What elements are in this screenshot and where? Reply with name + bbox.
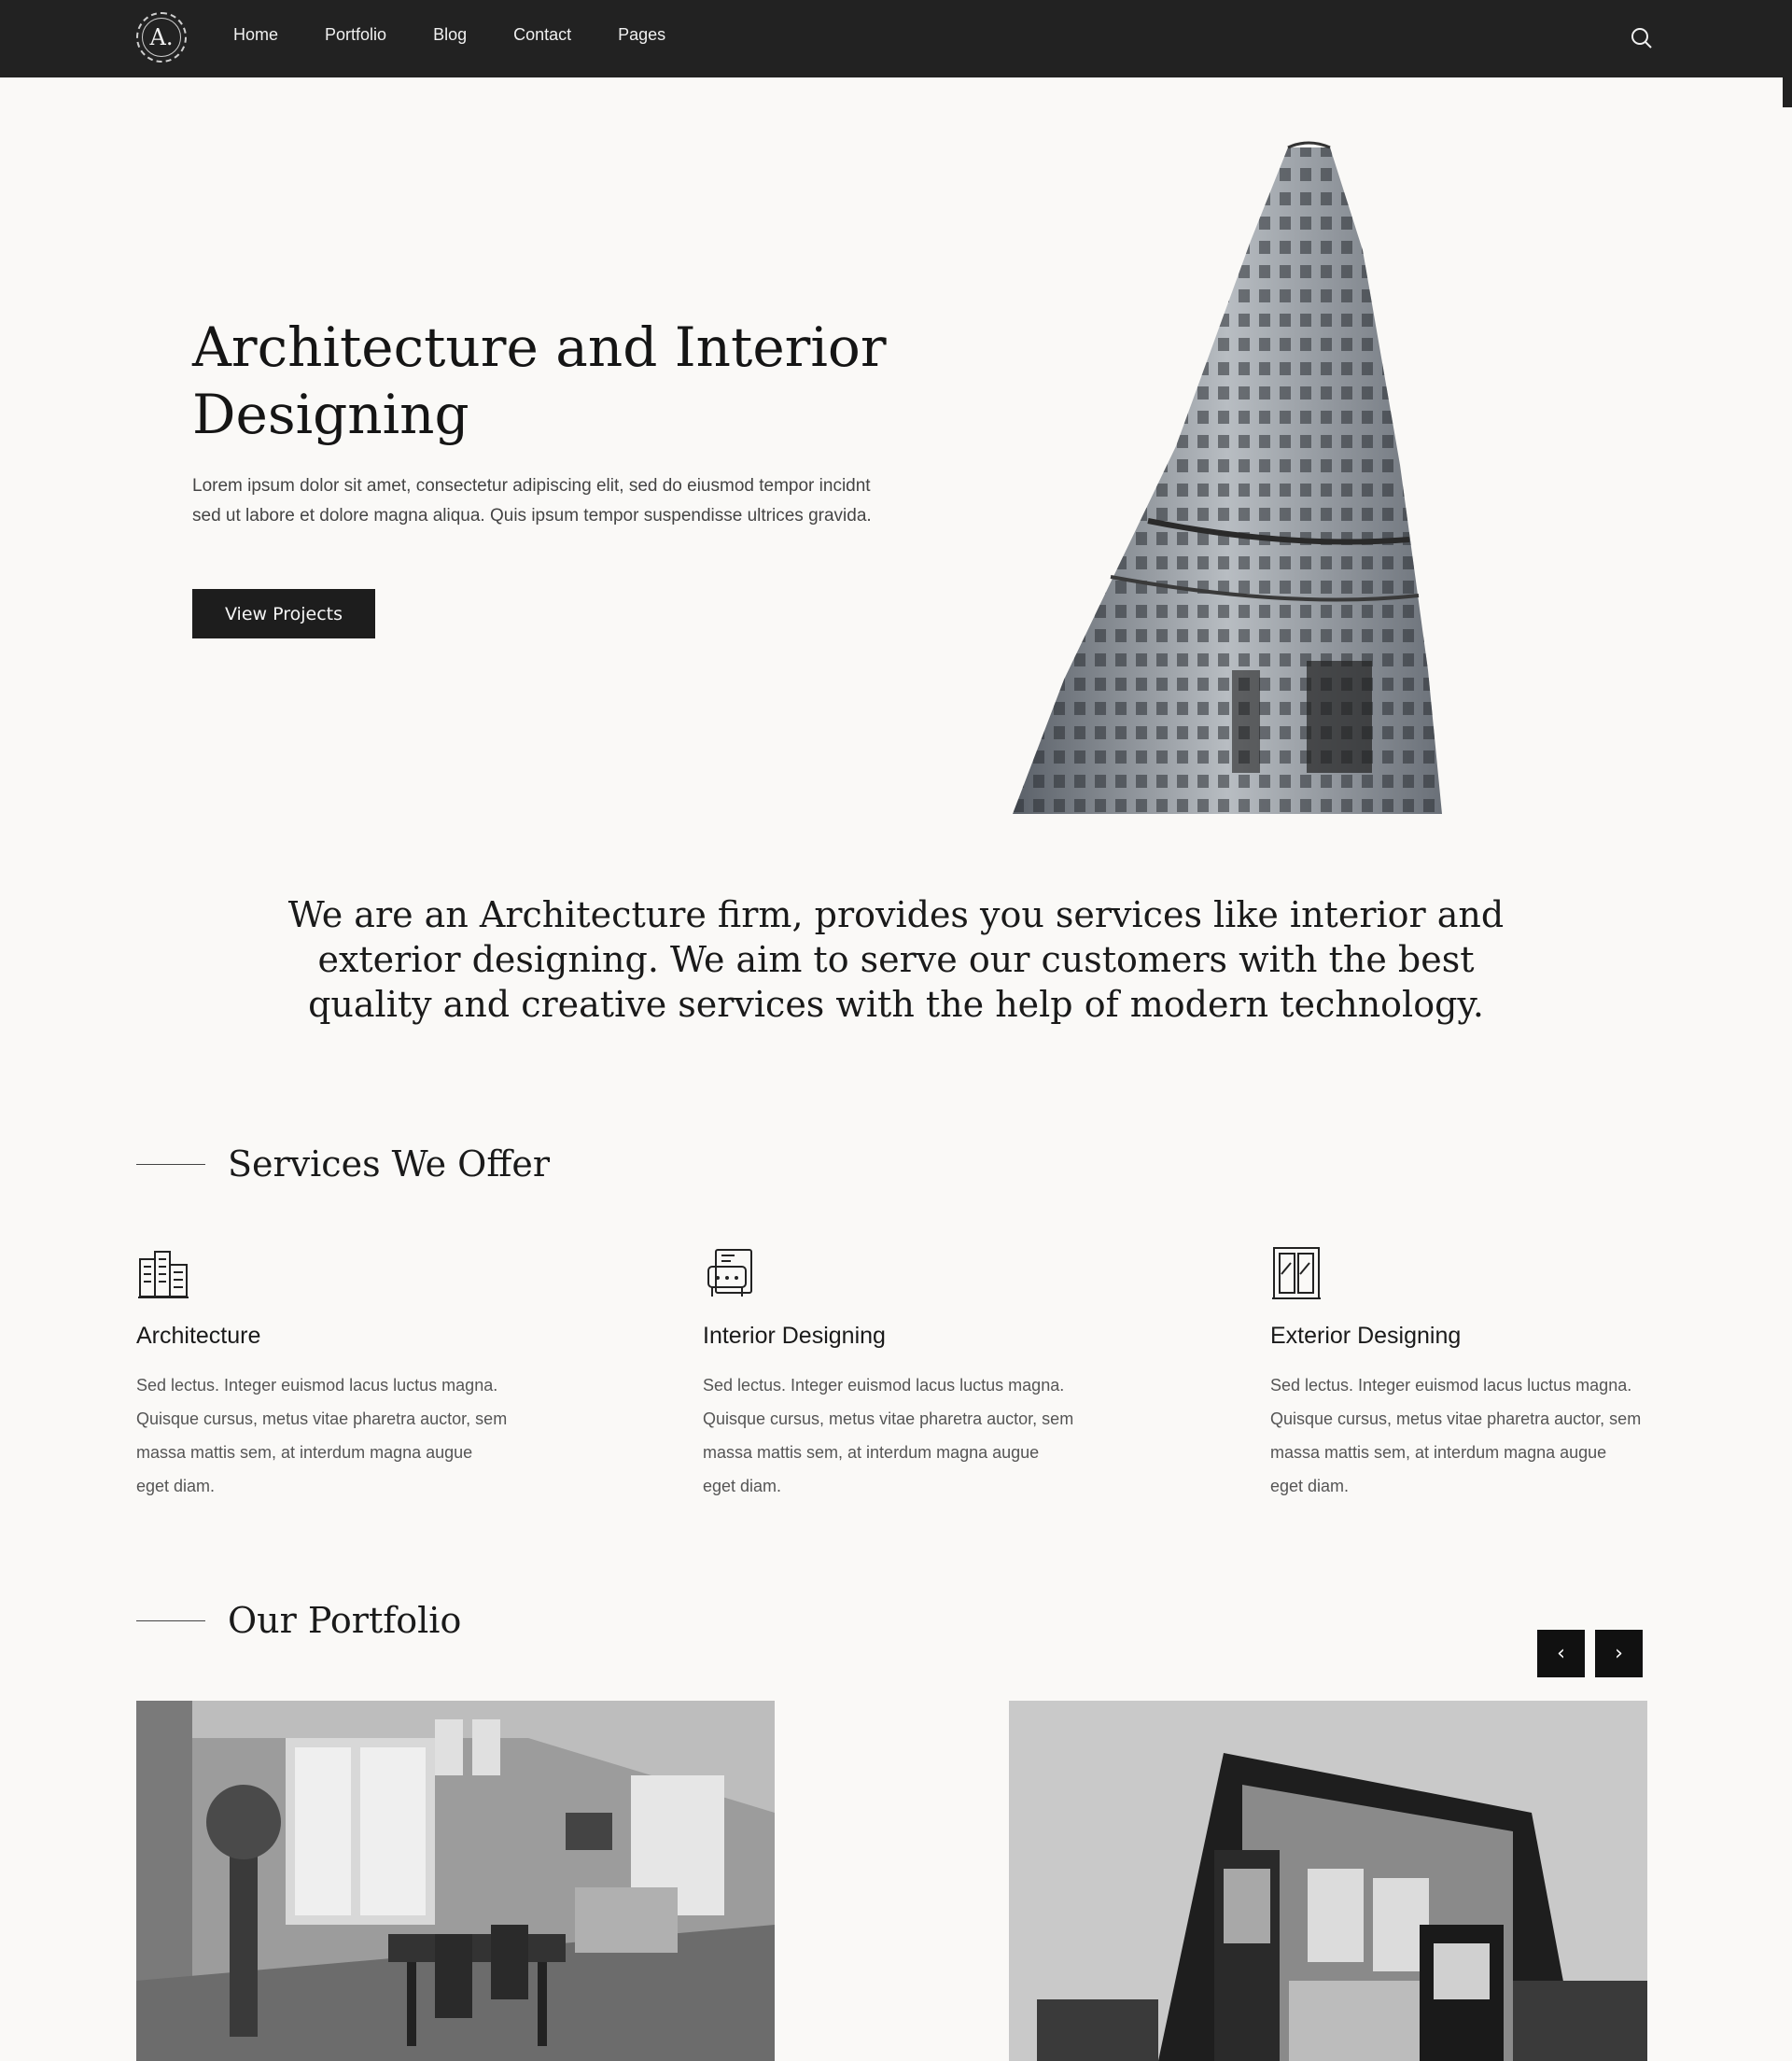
buildings-icon <box>136 1246 190 1300</box>
hero-building-image <box>1008 138 1493 814</box>
service-card-interior: Interior Designing Sed lectus. Integer e… <box>703 1246 1095 1503</box>
portfolio-heading-block: Our Portfolio <box>136 1600 461 1641</box>
service-title: Exterior Designing <box>1270 1323 1462 1349</box>
armchair-icon <box>703 1246 757 1300</box>
service-description: Sed lectus. Integer euismod lacus luctus… <box>1270 1376 1642 1495</box>
portfolio-image-interior[interactable] <box>136 1701 775 2061</box>
heading-rule <box>136 1163 205 1165</box>
nav-item-home[interactable]: Home <box>233 25 278 45</box>
service-card-exterior: Exterior Designing Sed lectus. Integer e… <box>1270 1246 1662 1503</box>
portfolio-heading: Our Portfolio <box>228 1600 462 1641</box>
carousel-next-button[interactable]: › <box>1595 1630 1643 1677</box>
heading-rule <box>136 1619 205 1621</box>
view-projects-button[interactable]: View Projects <box>192 589 375 638</box>
hero-description: Lorem ipsum dolor sit amet, consectetur … <box>192 476 872 526</box>
service-card-architecture: Architecture Sed lectus. Integer euismod… <box>136 1246 528 1503</box>
portfolio-image-building[interactable] <box>1009 1701 1647 2061</box>
main-menu: Home Portfolio Blog Contact Pages <box>233 25 665 45</box>
scrollbar-thumb[interactable] <box>1783 77 1792 107</box>
logo-text: A. <box>149 24 174 50</box>
hero-title: Architecture and Interior Designing <box>192 315 887 446</box>
carousel-prev-button[interactable]: ‹ <box>1537 1630 1585 1677</box>
site-logo[interactable]: A. <box>136 12 187 63</box>
services-heading-block: Services We Offer <box>136 1143 550 1185</box>
service-title: Architecture <box>136 1323 261 1349</box>
window-icon <box>1270 1246 1324 1300</box>
services-heading: Services We Offer <box>228 1143 550 1185</box>
nav-item-pages[interactable]: Pages <box>618 25 665 45</box>
nav-item-blog[interactable]: Blog <box>433 25 467 45</box>
intro-statement: We are an Architecture firm, provides yo… <box>287 894 1505 1025</box>
service-description: Sed lectus. Integer euismod lacus luctus… <box>703 1376 1074 1495</box>
top-navbar: A. Home Portfolio Blog Contact Pages <box>0 0 1792 77</box>
nav-item-contact[interactable]: Contact <box>513 25 571 45</box>
search-icon[interactable] <box>1629 25 1655 51</box>
service-title: Interior Designing <box>703 1323 886 1349</box>
nav-item-portfolio[interactable]: Portfolio <box>325 25 386 45</box>
service-description: Sed lectus. Integer euismod lacus luctus… <box>136 1376 508 1495</box>
